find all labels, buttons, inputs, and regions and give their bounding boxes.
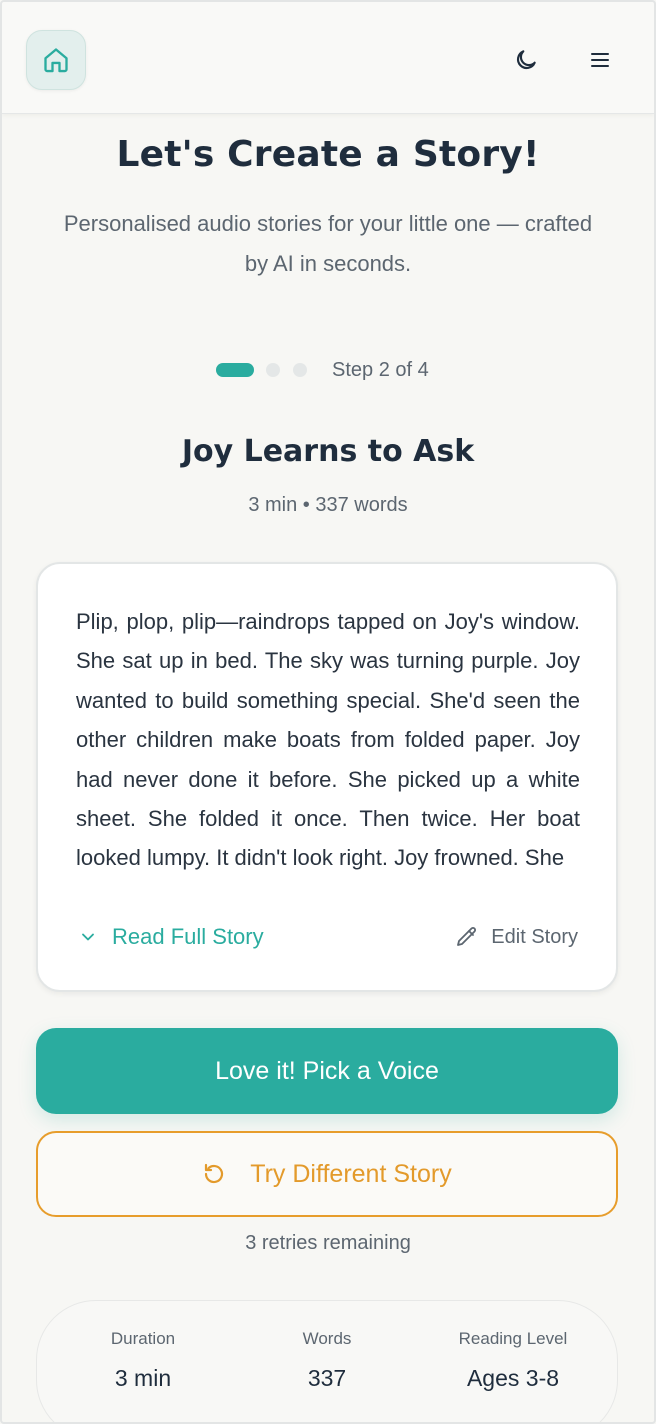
stat-label: Duration bbox=[110, 1329, 176, 1348]
read-full-story-button[interactable]: Read Full Story bbox=[78, 922, 264, 952]
stat-value: Ages 3-8 bbox=[466, 1365, 560, 1391]
pick-voice-button[interactable]: Love it! Pick a Voice bbox=[36, 1028, 618, 1114]
try-different-story-button[interactable]: Try Different Story bbox=[36, 1131, 618, 1217]
step-indicator bbox=[266, 363, 280, 377]
chevron-down-icon bbox=[82, 933, 94, 941]
top-nav bbox=[2, 2, 654, 114]
story-text: Plip, plop, plip—raindrops tapped on Joy… bbox=[76, 602, 580, 892]
stat-words: Words 337 bbox=[237, 1329, 417, 1392]
hamburger-menu-icon bbox=[591, 53, 609, 67]
story-stats: Duration 3 min Words 337 Reading Level A… bbox=[36, 1300, 618, 1424]
try-different-story-label: Try Different Story bbox=[250, 1159, 452, 1188]
stat-value: 3 min bbox=[114, 1365, 172, 1391]
theme-toggle-button[interactable] bbox=[510, 44, 542, 76]
edit-story-button[interactable]: Edit Story bbox=[455, 922, 578, 952]
retries-remaining: 3 retries remaining bbox=[245, 1232, 411, 1254]
step-indicator bbox=[293, 363, 307, 377]
stat-label: Reading Level bbox=[458, 1329, 568, 1348]
refresh-icon bbox=[205, 1163, 224, 1184]
read-full-story-label: Read Full Story bbox=[112, 924, 264, 949]
story-preview-card: Plip, plop, plip—raindrops tapped on Joy… bbox=[36, 562, 618, 992]
text-fade bbox=[76, 876, 580, 892]
stat-value: 337 bbox=[307, 1365, 347, 1391]
moon-icon bbox=[516, 50, 536, 70]
step-progress: Step 2 of 4 bbox=[0, 356, 656, 384]
stat-duration: Duration 3 min bbox=[53, 1329, 233, 1392]
home-icon bbox=[44, 48, 68, 73]
story-meta: 3 min • 337 words bbox=[248, 494, 408, 516]
pencil-icon bbox=[457, 927, 477, 946]
page-title: Let's Create a Story! bbox=[116, 134, 540, 175]
stat-label: Words bbox=[302, 1329, 352, 1348]
edit-story-label: Edit Story bbox=[491, 925, 578, 948]
step-indicator-active bbox=[216, 363, 254, 377]
menu-button[interactable] bbox=[584, 44, 616, 76]
step-label: Step 2 of 4 bbox=[332, 359, 429, 381]
page-subtitle: Personalised audio stories for your litt… bbox=[63, 211, 593, 276]
story-title: Joy Learns to Ask bbox=[181, 434, 475, 469]
story-text-content: Plip, plop, plip—raindrops tapped on Joy… bbox=[76, 609, 580, 871]
pick-voice-label: Love it! Pick a Voice bbox=[215, 1056, 439, 1085]
stat-reading-level: Reading Level Ages 3-8 bbox=[423, 1329, 603, 1392]
home-button[interactable] bbox=[26, 30, 86, 90]
